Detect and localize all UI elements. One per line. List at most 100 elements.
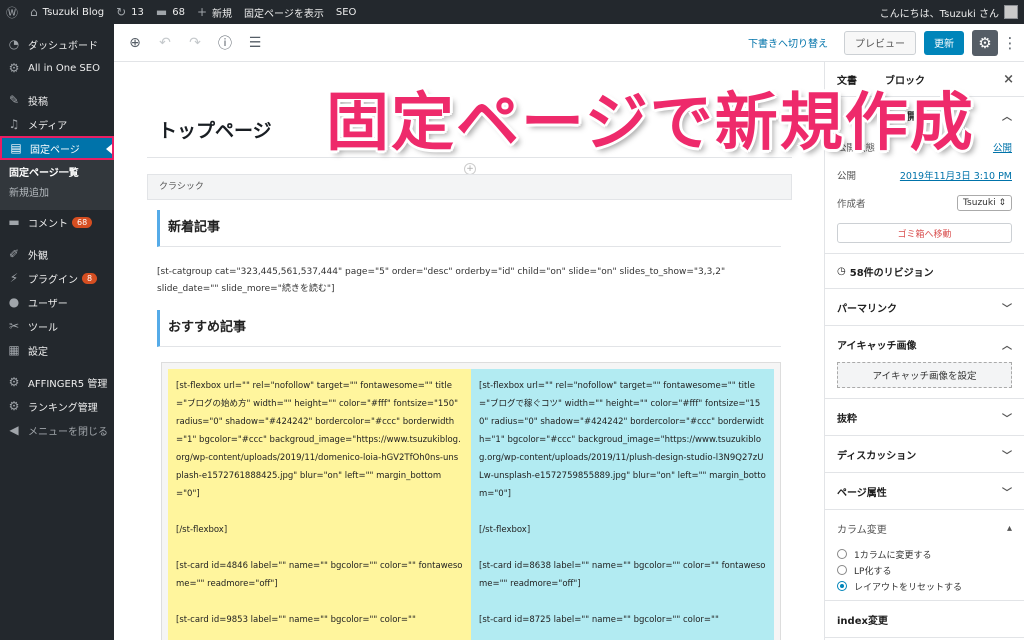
eyecatch-header[interactable]: アイキャッチ画像 ︿ — [825, 326, 1024, 362]
right-column[interactable]: [st-flexbox url="" rel="nofollow" target… — [471, 369, 774, 640]
plugin-icon: ⚡ — [9, 271, 19, 285]
pages-submenu: 固定ページ一覧 新規追加 — [0, 160, 114, 210]
submenu-add-new[interactable]: 新規追加 — [0, 184, 114, 204]
discussion-section: ディスカッション ﹀ — [825, 436, 1024, 473]
settings-toggle-button[interactable]: ⚙ — [972, 29, 998, 56]
greeting[interactable]: こんにちは、Tsuzuki さん — [880, 5, 999, 20]
undo-button[interactable]: ↶ — [152, 30, 178, 56]
radio-reset-layout[interactable]: レイアウトをリセットする — [825, 578, 1024, 594]
radio-lp[interactable]: LP化する — [825, 562, 1024, 578]
sidebar-item-affinger[interactable]: ⚙ AFFINGER5 管理 — [0, 370, 114, 394]
view-page-link[interactable]: 固定ページを表示 — [238, 0, 330, 24]
page-attributes-header[interactable]: ページ属性 ﹀ — [825, 473, 1024, 509]
left-column[interactable]: [st-flexbox url="" rel="nofollow" target… — [168, 369, 471, 640]
close-icon[interactable]: × — [1003, 72, 1014, 87]
sidebar-item-posts[interactable]: ✎ 投稿 — [0, 88, 114, 112]
chevron-up-icon: ︿ — [1002, 340, 1012, 352]
excerpt-header[interactable]: 抜粋 ﹀ — [825, 399, 1024, 435]
undo-icon: ↶ — [159, 34, 171, 51]
flexbox-close: [/st-flexbox] — [479, 525, 531, 535]
admin-sidebar: ◔ ダッシュボード ⚙ All in One SEO ✎ 投稿 ♫ メディア ▤ 固定ペー… — [0, 24, 114, 640]
preview-button[interactable]: プレビュー — [844, 30, 916, 55]
radio-button-selected[interactable] — [837, 581, 847, 591]
set-featured-image-button[interactable]: アイキャッチ画像を設定 — [837, 362, 1012, 388]
sidebar-item-plugins[interactable]: ⚡ プラグイン 8 — [0, 266, 114, 290]
radio-button[interactable] — [837, 549, 847, 559]
visibility-value[interactable]: 公開 — [993, 140, 1012, 154]
page-title[interactable]: トップページ — [158, 116, 272, 143]
plugins-badge: 8 — [82, 272, 98, 284]
publish-label: 公開 — [837, 171, 857, 182]
redo-button[interactable]: ↷ — [182, 30, 208, 56]
submenu-all-pages[interactable]: 固定ページ一覧 — [0, 164, 114, 184]
media-icon: ♫ — [8, 117, 20, 131]
radio-button[interactable] — [837, 565, 847, 575]
sidebar-item-comments[interactable]: ▬ コメント 68 — [0, 210, 114, 234]
comments-badge: 68 — [72, 216, 93, 228]
updates-count: 13 — [131, 6, 144, 18]
catgroup-shortcode[interactable]: [st-catgroup cat="323,445,561,537,444" p… — [157, 264, 787, 298]
chevron-down-icon: ﹀ — [1002, 450, 1012, 462]
discussion-header[interactable]: ディスカッション ﹀ — [825, 436, 1024, 472]
author-value: Tsuzuki — [963, 198, 996, 208]
sidebar-item-media[interactable]: ♫ メディア — [0, 112, 114, 136]
vertical-ellipsis-icon: ⋮ — [1002, 33, 1018, 52]
author-select[interactable]: Tsuzuki ⇕ — [957, 195, 1012, 211]
radio-one-column[interactable]: 1カラムに変更する — [825, 546, 1024, 562]
sidebar-item-users[interactable]: ● ユーザー — [0, 290, 114, 314]
comments-link[interactable]: ▬ 68 — [150, 0, 191, 24]
plus-circle-icon: ⊕ — [129, 34, 141, 51]
permalink-header[interactable]: パーマリンク ﹀ — [825, 289, 1024, 325]
classic-block-toolbar[interactable]: クラシック — [147, 174, 792, 200]
chevron-up-icon: ︿ — [1002, 111, 1012, 123]
revisions-link[interactable]: ◷ 58件のリビジョン — [825, 254, 1024, 288]
sidebar-item-label: ダッシュボード — [28, 40, 98, 52]
pin-icon: ✎ — [8, 93, 20, 107]
section-title: index変更 — [837, 615, 888, 627]
card-shortcode: [st-card id=4846 label="" name="" bgcolo… — [176, 561, 463, 589]
wordpress-logo[interactable]: Ⓦ — [0, 0, 24, 24]
history-icon: ◷ — [837, 265, 846, 277]
add-block-button[interactable]: ⊕ — [122, 30, 148, 56]
column-change-section: カラム変更 ▴ 1カラムに変更する LP化する レイアウトをリセットする — [825, 510, 1024, 601]
admin-bar: Ⓦ ⌂ Tsuzuki Blog ↻ 13 ▬ 68 + 新規 固定ページを表示 SEO… — [0, 0, 1024, 24]
section-title: パーマリンク — [837, 303, 897, 315]
permalink-section: パーマリンク ﹀ — [825, 289, 1024, 326]
site-name-link[interactable]: ⌂ Tsuzuki Blog — [24, 0, 110, 24]
sidebar-item-all-in-one-seo[interactable]: ⚙ All in One SEO — [0, 56, 114, 80]
flexbox-close: [/st-flexbox] — [176, 525, 228, 535]
more-menu-button[interactable]: ⋮ — [1002, 30, 1018, 56]
sidebar-item-label: 投稿 — [28, 96, 48, 108]
sidebar-item-label: 設定 — [28, 346, 48, 358]
outline-button[interactable]: ☰ — [242, 30, 268, 56]
sidebar-collapse[interactable]: ◀ メニューを閉じる — [0, 418, 114, 442]
sidebar-item-dashboard[interactable]: ◔ ダッシュボード — [0, 32, 114, 56]
switch-to-draft-link[interactable]: 下書きへ切り替え — [748, 35, 828, 50]
column-change-header[interactable]: カラム変更 ▴ — [825, 510, 1024, 546]
revisions-label: 58件のリビジョン — [849, 267, 934, 279]
heading-new-articles[interactable]: 新着記事 — [157, 210, 781, 247]
move-to-trash-button[interactable]: ゴミ箱へ移動 — [837, 223, 1012, 243]
new-content-link[interactable]: + 新規 — [191, 0, 238, 24]
sidebar-item-appearance[interactable]: ✐ 外観 — [0, 242, 114, 266]
card-shortcode: [st-card id=8725 label="" name="" bgcolo… — [479, 615, 719, 625]
update-button[interactable]: 更新 — [924, 30, 964, 55]
gear-icon: ⚙ — [978, 33, 992, 52]
eyecatch-section: アイキャッチ画像 ︿ アイキャッチ画像を設定 — [825, 326, 1024, 399]
info-button[interactable]: ⓘ — [212, 30, 238, 56]
sidebar-item-tools[interactable]: ✂ ツール — [0, 314, 114, 338]
flexbox-shortcode: [st-flexbox url="" rel="nofollow" target… — [176, 381, 461, 499]
plus-icon: + — [196, 5, 208, 19]
gear-icon: ⚙ — [8, 61, 20, 75]
sidebar-item-settings[interactable]: ▦ 設定 — [0, 338, 114, 362]
index-change-header[interactable]: index変更 — [825, 601, 1024, 637]
seo-link[interactable]: SEO — [330, 0, 363, 24]
publish-date[interactable]: 2019年11月3日 3:10 PM — [900, 168, 1012, 182]
sidebar-item-ranking[interactable]: ⚙ ランキング管理 — [0, 394, 114, 418]
info-icon: ⓘ — [218, 35, 232, 52]
heading-recommended[interactable]: おすすめ記事 — [157, 310, 781, 347]
chevron-down-icon: ﹀ — [1002, 487, 1012, 499]
sidebar-item-pages[interactable]: ▤ 固定ページ — [0, 136, 114, 160]
updates-link[interactable]: ↻ 13 — [110, 0, 150, 24]
avatar[interactable] — [1004, 5, 1018, 19]
